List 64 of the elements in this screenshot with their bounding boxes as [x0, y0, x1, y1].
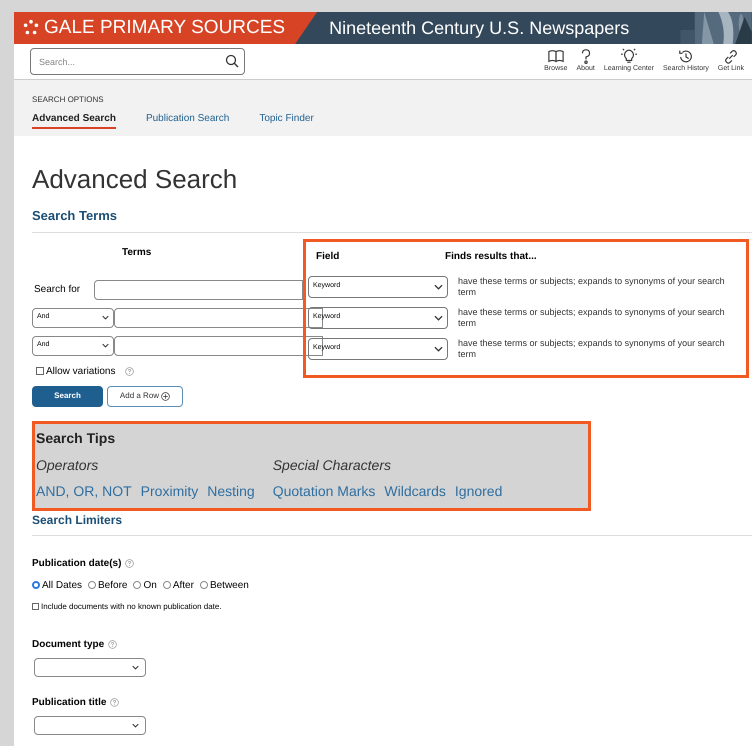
radio-button[interactable] — [88, 581, 96, 589]
search-icon — [225, 54, 239, 68]
tip-link[interactable]: Proximity — [140, 480, 198, 502]
search-option-tab[interactable]: Advanced Search — [32, 111, 116, 129]
tip-link[interactable]: Wildcards — [384, 480, 446, 502]
add-row-button[interactable]: Add a Row — [107, 386, 183, 406]
chevron-down-icon — [132, 664, 139, 670]
search-term-field[interactable] — [94, 280, 303, 300]
history-icon — [676, 48, 695, 64]
checkbox-label: Allow variations — [46, 364, 116, 378]
help-icon[interactable] — [108, 640, 118, 648]
tip-link[interactable]: AND, OR, NOT — [36, 480, 132, 502]
group-title: Operators — [36, 456, 100, 475]
tip-link[interactable]: Quotation Marks — [272, 480, 376, 502]
chevron-down-icon — [102, 343, 109, 348]
field-label: Document type — [32, 638, 104, 652]
radio-button[interactable] — [162, 581, 171, 589]
checkbox[interactable] — [36, 367, 44, 375]
radio-button[interactable] — [32, 581, 40, 589]
section-label: SEARCH OPTIONS — [32, 94, 105, 106]
chevron-down-icon — [434, 346, 443, 352]
radio-label: Between — [210, 578, 249, 592]
radio-label: On — [143, 578, 157, 592]
logo-icon — [22, 19, 40, 37]
help-icon[interactable] — [125, 558, 134, 568]
search-option-tab[interactable]: Topic Finder — [259, 111, 314, 129]
chevron-down-icon — [434, 314, 443, 320]
search-option-tab[interactable]: Publication Search — [146, 111, 230, 129]
group-title: Special Characters — [272, 456, 392, 475]
radio-button[interactable] — [133, 581, 142, 589]
book-icon — [546, 48, 565, 64]
section-heading: Search Terms — [32, 206, 752, 232]
help-icon[interactable] — [110, 698, 120, 706]
column-header: Finds results that... — [445, 250, 537, 264]
plus-icon — [161, 392, 170, 400]
search-button[interactable]: Search — [32, 386, 103, 406]
section-heading: Search Limiters — [32, 510, 752, 536]
tip-link[interactable]: Ignored — [454, 480, 502, 502]
search-field[interactable]: Search... — [30, 48, 245, 75]
field-label: Publication date(s) — [32, 556, 122, 570]
dropdown[interactable] — [34, 658, 146, 676]
chevron-down-icon — [434, 284, 443, 290]
checkbox-label: Include documents with no known publication date. — [41, 600, 222, 612]
row-label: Search for — [33, 283, 82, 297]
chevron-down-icon — [132, 722, 139, 728]
page-title: Advanced Search — [32, 166, 238, 192]
radio-label: After — [172, 578, 194, 592]
lightbulb-icon — [620, 48, 638, 64]
field-description: have these terms or subjects; expands to synonyms of your search term — [458, 338, 726, 360]
field-description: have these terms or subjects; expands to synonyms of your search term — [458, 276, 726, 298]
radio-button[interactable] — [200, 581, 208, 589]
checkbox[interactable] — [32, 603, 39, 610]
help-icon[interactable] — [125, 366, 134, 376]
column-header: Field — [315, 250, 340, 264]
radio-label: Before — [98, 578, 128, 592]
panel-heading: Search Tips — [36, 428, 116, 448]
column-header: Terms — [121, 246, 152, 260]
field-label: Publication title — [32, 696, 106, 710]
field-description: have these terms or subjects; expands to synonyms of your search term — [458, 306, 726, 328]
radio-label: All Dates — [42, 578, 82, 592]
tip-link[interactable]: Nesting — [207, 480, 255, 502]
dropdown[interactable] — [34, 716, 146, 734]
collection-title: Nineteenth Century U.S. Newspapers — [295, 12, 634, 44]
chevron-down-icon — [102, 315, 109, 320]
